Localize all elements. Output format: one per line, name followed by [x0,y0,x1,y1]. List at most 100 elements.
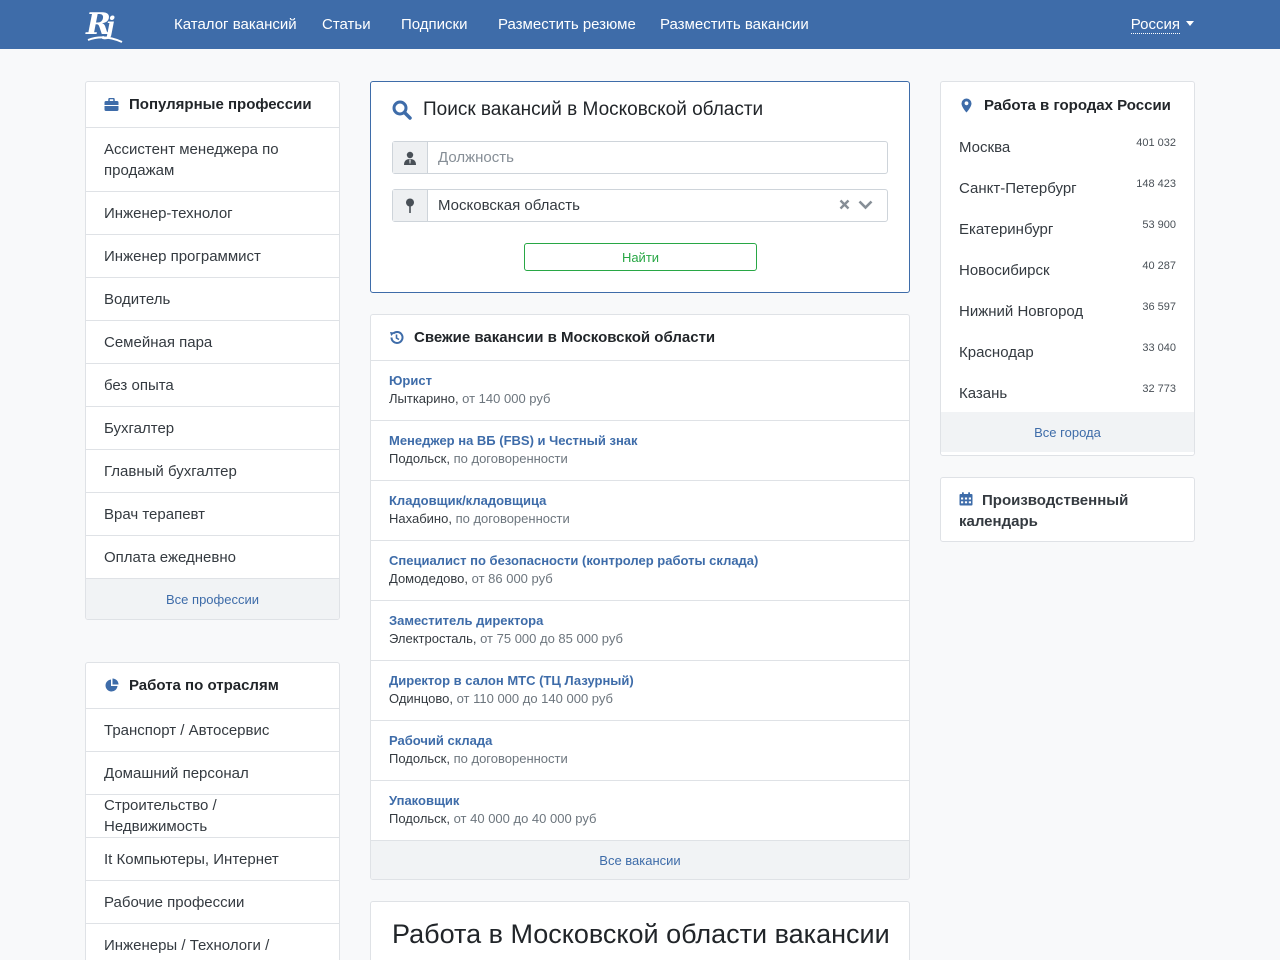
all-cities-link[interactable]: Все города [941,412,1194,452]
nav-post-vacancy[interactable]: Разместить вакансии [660,16,809,33]
city-count: 53 900 [1142,219,1176,231]
search-icon [392,100,412,120]
city-row[interactable]: Краснодар 33 040 [941,333,1194,374]
vacancy-title-link[interactable]: Директор в салон МТС (ТЦ Лазурный) [389,672,891,689]
city-count: 148 423 [1136,178,1176,190]
city-count: 36 597 [1142,301,1176,313]
city-row[interactable]: Екатеринбург 53 900 [941,210,1194,251]
chevron-down-icon[interactable] [858,197,873,214]
vacancy-title-link[interactable]: Менеджер на ВБ (FBS) и Честный знак [389,432,891,449]
region-field-group: Московская область [392,189,888,222]
industry-item[interactable]: Домашний персонал [86,752,339,795]
vacancy-title-link[interactable]: Юрист [389,372,891,389]
vacancy-item: Кладовщик/кладовщица Нахабино, по догово… [371,481,909,541]
city-row[interactable]: Москва 401 032 [941,128,1194,169]
vacancy-meta: Подольск, от 40 000 до 40 000 руб [389,811,597,826]
vacancy-item: Упаковщик Подольск, от 40 000 до 40 000 … [371,781,909,841]
position-field-group [392,141,888,174]
clear-icon[interactable] [839,197,850,214]
nav-articles[interactable]: Статьи [322,16,371,33]
region-jobs-card: Работа в Московской области вакансии [370,901,910,960]
caret-down-icon [1186,21,1194,26]
vacancy-salary: от 40 000 до 40 000 руб [453,811,597,826]
city-count: 40 287 [1142,260,1176,272]
vacancy-meta: Одинцово, от 110 000 до 140 000 руб [389,691,613,706]
profession-item[interactable]: Инженер программист [86,235,339,278]
nav-post-resume[interactable]: Разместить резюме [498,16,636,33]
nav-vacancy-catalog[interactable]: Каталог вакансий [174,16,297,33]
popular-professions-card: Популярные профессии Ассистент менеджера… [85,81,340,620]
calendar-title: Производственный календарь [959,492,1129,530]
user-icon [393,142,428,173]
vacancy-city: Домодедово [389,571,465,586]
vacancy-city: Подольск [389,751,447,766]
vacancy-title-link[interactable]: Заместитель директора [389,612,891,629]
city-name: Казань [959,385,1008,402]
vacancy-city: Лыткарино [389,391,455,406]
nav-subscriptions[interactable]: Подписки [401,16,468,33]
all-professions-link[interactable]: Все профессии [86,579,339,619]
industries-header: Работа по отраслям [86,663,339,709]
vacancy-salary: по договоренности [453,751,568,766]
map-pin-icon [393,190,428,221]
profession-item[interactable]: Оплата ежедневно [86,536,339,579]
vacancy-title-link[interactable]: Специалист по безопасности (контролер ра… [389,552,891,569]
city-row[interactable]: Казань 32 773 [941,374,1194,415]
search-title: Поиск вакансий в Московской области [423,99,764,120]
fresh-vacancies-title: Свежие вакансии в Московской области [414,329,716,346]
region-label: Россия [1130,16,1180,34]
vacancy-city: Электросталь [389,631,473,646]
profession-item[interactable]: Семейная пара [86,321,339,364]
cities-header: Работа в городах России [941,82,1194,128]
vacancy-item: Юрист Лыткарино, от 140 000 руб [371,361,909,421]
vacancy-item: Специалист по безопасности (контролер ра… [371,541,909,601]
history-icon [389,330,404,345]
professions-title: Популярные профессии [129,96,312,113]
find-button[interactable]: Найти [524,243,757,271]
region-dropdown[interactable]: Россия [1130,16,1194,34]
vacancy-item: Заместитель директора Электросталь, от 7… [371,601,909,661]
city-name: Нижний Новгород [959,303,1084,320]
pie-chart-icon [104,678,119,693]
profession-item[interactable]: Бухгалтер [86,407,339,450]
city-row[interactable]: Нижний Новгород 36 597 [941,292,1194,333]
vacancy-item: Директор в салон МТС (ТЦ Лазурный) Одинц… [371,661,909,721]
region-select[interactable]: Московская область [428,190,887,221]
briefcase-icon [104,97,119,112]
vacancy-item: Рабочий склада Подольск, по договореннос… [371,721,909,781]
vacancy-city: Подольск [389,811,447,826]
position-input[interactable] [428,142,887,173]
industry-item[interactable]: Строительство / Недвижимость [86,795,339,838]
city-count: 33 040 [1142,342,1176,354]
industry-item[interactable]: Транспорт / Автосервис [86,709,339,752]
site-logo[interactable]: R j [84,4,126,46]
all-vacancies-link[interactable]: Все вакансии [371,841,909,879]
city-row[interactable]: Новосибирск 40 287 [941,251,1194,292]
city-name: Москва [959,139,1011,156]
vacancy-salary: от 86 000 руб [471,571,553,586]
industry-item[interactable]: Инженеры / Технологи / [86,924,339,960]
vacancy-salary: от 110 000 до 140 000 руб [456,691,613,706]
search-heading: Поиск вакансий в Московской области [392,99,763,121]
city-row[interactable]: Санкт-Петербург 148 423 [941,169,1194,210]
vacancy-item: Менеджер на ВБ (FBS) и Честный знак Подо… [371,421,909,481]
vacancy-meta: Лыткарино, от 140 000 руб [389,391,551,406]
vacancy-city: Нахабино [389,511,449,526]
profession-item[interactable]: Ассистент менеджера по продажам [86,128,339,192]
vacancy-title-link[interactable]: Рабочий склада [389,732,891,749]
city-name: Санкт-Петербург [959,180,1077,197]
calendar-card[interactable]: Производственный календарь [940,477,1195,542]
profession-item[interactable]: Инженер-технолог [86,192,339,235]
industries-title: Работа по отраслям [129,677,279,694]
profession-item[interactable]: без опыта [86,364,339,407]
industry-item[interactable]: It Компьютеры, Интернет [86,838,339,881]
vacancy-title-link[interactable]: Упаковщик [389,792,891,809]
industry-item[interactable]: Рабочие профессии [86,881,339,924]
search-card: Поиск вакансий в Московской области Моск… [370,81,910,293]
map-marker-icon [959,98,974,113]
profession-item[interactable]: Врач терапевт [86,493,339,536]
profession-item[interactable]: Водитель [86,278,339,321]
vacancy-title-link[interactable]: Кладовщик/кладовщица [389,492,891,509]
region-jobs-title: Работа в Московской области вакансии [392,919,890,949]
profession-item[interactable]: Главный бухгалтер [86,450,339,493]
